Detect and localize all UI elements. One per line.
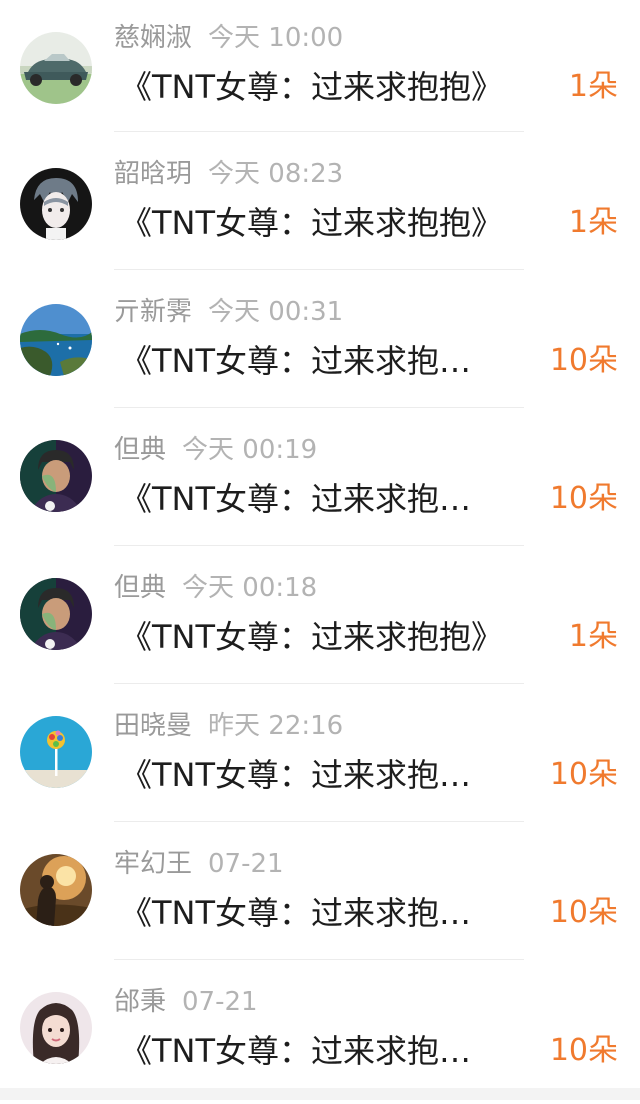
avatar[interactable] [20,578,92,650]
item-meta: 慈娴淑 今天 10:00 [114,20,343,56]
message-text: 《TNT女尊：过来求抱抱》 [120,68,504,106]
item-meta: 韶晗玥 今天 08:23 [114,156,343,192]
divider [114,131,524,132]
anime-boy-avatar-image [20,168,92,240]
item-meta: 邰秉 07-21 [114,984,258,1020]
flower-count: 1朵 [568,205,618,240]
list-item[interactable]: 牢幻王 07-21 《TNT女尊：过来求抱… 10朵 [0,828,640,966]
divider [114,407,524,408]
list-item[interactable]: 但典 今天 00:18 《TNT女尊：过来求抱抱》 1朵 [0,552,640,690]
sent-time: 今天 00:19 [182,435,318,465]
item-meta: 牢幻王 07-21 [114,846,284,882]
message-text: 《TNT女尊：过来求抱抱》 [120,204,504,242]
flower-count: 10朵 [549,481,618,516]
sent-time: 今天 10:00 [208,23,344,53]
flower-count: 1朵 [568,69,618,104]
lollipop-avatar-image [20,716,92,788]
message-text: 《TNT女尊：过来求抱… [120,756,472,794]
flower-count: 10朵 [549,343,618,378]
sent-time: 07-21 [182,987,258,1017]
sent-time: 今天 00:18 [182,573,318,603]
flower-count: 10朵 [549,757,618,792]
girl-portrait-avatar-image [20,992,92,1064]
sea-cliff-avatar-image [20,304,92,376]
sent-time: 昨天 22:16 [208,711,344,741]
flower-count: 10朵 [549,895,618,930]
sender-name[interactable]: 但典 [114,435,166,465]
sender-name[interactable]: 邰秉 [114,987,166,1017]
message-text: 《TNT女尊：过来求抱… [120,894,472,932]
sender-name[interactable]: 牢幻王 [114,849,192,879]
gift-record-list: 慈娴淑 今天 10:00 《TNT女尊：过来求抱抱》 1朵 韶晗玥 今天 08:23… [0,0,640,1100]
item-meta: 但典 今天 00:19 [114,432,317,468]
sent-time: 07-21 [208,849,284,879]
avatar[interactable] [20,854,92,926]
vintage-car-avatar-image [20,32,92,104]
sender-name[interactable]: 韶晗玥 [114,159,192,189]
divider [114,683,524,684]
item-meta: 田晓曼 昨天 22:16 [114,708,343,744]
avatar[interactable] [20,992,92,1064]
item-meta: 但典 今天 00:18 [114,570,317,606]
divider [114,959,524,960]
item-meta: 亓新霁 今天 00:31 [114,294,343,330]
divider [114,269,524,270]
message-text: 《TNT女尊：过来求抱… [120,342,472,380]
list-item[interactable]: 亓新霁 今天 00:31 《TNT女尊：过来求抱… 10朵 [0,276,640,414]
flower-count: 10朵 [549,1033,618,1068]
message-text: 《TNT女尊：过来求抱… [120,1032,472,1070]
list-item[interactable]: 邰秉 07-21 《TNT女尊：过来求抱… 10朵 [0,966,640,1104]
message-text: 《TNT女尊：过来求抱… [120,480,472,518]
list-item[interactable]: 慈娴淑 今天 10:00 《TNT女尊：过来求抱抱》 1朵 [0,0,640,138]
avatar[interactable] [20,716,92,788]
avatar[interactable] [20,168,92,240]
sent-time: 今天 08:23 [208,159,344,189]
list-footer [0,1088,640,1100]
message-text: 《TNT女尊：过来求抱抱》 [120,618,504,656]
sunset-figure-avatar-image [20,854,92,926]
sender-name[interactable]: 但典 [114,573,166,603]
flower-count: 1朵 [568,619,618,654]
sent-time: 今天 00:31 [208,297,344,327]
avatar[interactable] [20,32,92,104]
sender-name[interactable]: 亓新霁 [114,297,192,327]
list-item[interactable]: 田晓曼 昨天 22:16 《TNT女尊：过来求抱… 10朵 [0,690,640,828]
boy-portrait-avatar-image [20,578,92,650]
divider [114,545,524,546]
list-item[interactable]: 韶晗玥 今天 08:23 《TNT女尊：过来求抱抱》 1朵 [0,138,640,276]
sender-name[interactable]: 田晓曼 [114,711,192,741]
list-item[interactable]: 但典 今天 00:19 《TNT女尊：过来求抱… 10朵 [0,414,640,552]
boy-portrait-avatar-image [20,440,92,512]
avatar[interactable] [20,440,92,512]
divider [114,821,524,822]
sender-name[interactable]: 慈娴淑 [114,23,192,53]
avatar[interactable] [20,304,92,376]
